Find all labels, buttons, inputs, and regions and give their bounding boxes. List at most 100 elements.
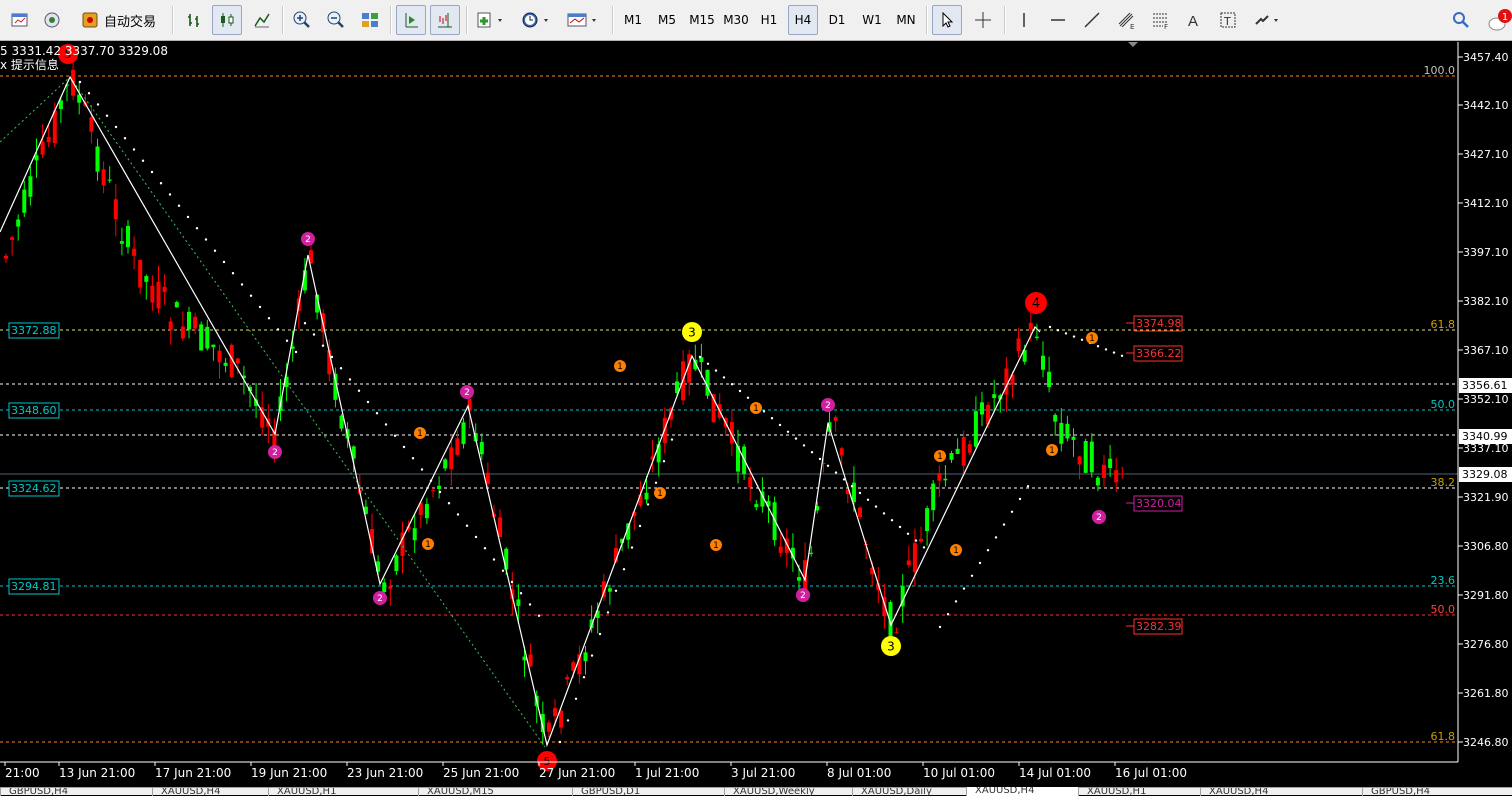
- svg-text:E: E: [1130, 23, 1134, 30]
- indicators-icon[interactable]: [472, 5, 510, 35]
- sar-dot: [558, 740, 562, 744]
- sar-dot: [186, 215, 190, 219]
- sar-dot: [1002, 523, 1006, 526]
- sar-dot: [590, 654, 594, 657]
- sar-dot: [614, 589, 618, 592]
- vertical-line-icon[interactable]: [1010, 5, 1038, 35]
- trendline-icon[interactable]: [1078, 5, 1106, 35]
- sar-dot: [970, 574, 974, 577]
- timeframe-d1[interactable]: D1: [822, 5, 852, 35]
- zoom-in-icon[interactable]: [288, 5, 316, 35]
- price-marker-label: 3340.99: [1462, 430, 1508, 443]
- sar-dot: [866, 498, 870, 501]
- fib-label: 38.2: [1431, 476, 1456, 489]
- wave-label: 1: [953, 546, 959, 556]
- sar-dot: [168, 193, 172, 196]
- bar-chart-icon[interactable]: [180, 5, 208, 35]
- autoscroll-icon[interactable]: [396, 5, 426, 35]
- candle-body: [912, 543, 917, 573]
- candle-body: [1016, 338, 1021, 352]
- wave-label: 2: [464, 388, 470, 398]
- candle-body: [40, 141, 45, 155]
- candle-body: [973, 411, 978, 447]
- svg-text:T: T: [1223, 15, 1231, 28]
- candle-body: [498, 517, 503, 538]
- candle-body: [479, 442, 484, 455]
- candle-body: [1065, 423, 1070, 439]
- sar-dot: [826, 464, 830, 467]
- sar-dot: [438, 490, 442, 494]
- price-axis: 3457.40 3442.10 3427.10 3412.10 3397.10 3382.…: [1458, 51, 1512, 749]
- candle-body: [967, 444, 972, 453]
- sar-dot: [714, 369, 718, 372]
- wave-label: 1: [1089, 334, 1095, 344]
- wave-label: 2: [305, 235, 311, 245]
- price-tick-label: 3457.40: [1463, 51, 1509, 64]
- price-chart[interactable]: 1111111111222222233455 3372.883348.60332…: [0, 42, 1512, 795]
- sar-dot: [802, 444, 806, 447]
- price-tick-label: 3427.10: [1463, 148, 1509, 161]
- sar-dot: [447, 502, 451, 505]
- fibonacci-icon[interactable]: F: [1146, 5, 1174, 35]
- text-label-icon[interactable]: T: [1214, 5, 1242, 35]
- sar-dot: [1096, 345, 1100, 348]
- timeframe-m5[interactable]: M5: [652, 5, 682, 35]
- new-chart-icon[interactable]: [6, 5, 34, 35]
- sar-dot: [890, 519, 894, 522]
- time-tick-label: 27 Jun 21:00: [539, 766, 615, 780]
- timeframe-m1[interactable]: M1: [618, 5, 648, 35]
- candle-body: [778, 546, 783, 553]
- sar-dot: [1112, 351, 1116, 354]
- candle-body: [803, 560, 808, 590]
- autotrade-button[interactable]: 自动交易: [70, 5, 166, 35]
- price-marker-label: 3329.08: [1462, 468, 1508, 481]
- sar-dot: [722, 376, 726, 379]
- wave-label: 1: [937, 452, 943, 462]
- candle-body: [644, 492, 649, 500]
- candle-body: [388, 586, 393, 589]
- candle-body: [833, 417, 838, 421]
- periods-icon[interactable]: [516, 5, 556, 35]
- crosshair-icon[interactable]: [968, 5, 998, 35]
- candle-body: [797, 577, 801, 581]
- market-watch-icon[interactable]: [38, 5, 66, 35]
- sar-dot: [778, 423, 782, 427]
- time-tick-label: 3 Jul 21:00: [731, 766, 795, 780]
- notification-icon[interactable]: 1: [1486, 7, 1512, 35]
- sar-dot: [195, 227, 199, 230]
- timeframe-h1[interactable]: H1: [754, 5, 784, 35]
- wave-label: 2: [272, 448, 278, 458]
- sar-dot: [858, 491, 862, 495]
- candle-body: [754, 504, 759, 508]
- tooltip-label: x 提示信息: [0, 57, 59, 72]
- tile-windows-icon[interactable]: [356, 5, 384, 35]
- timeframe-m15[interactable]: M15: [686, 5, 718, 35]
- candle-body: [961, 437, 966, 466]
- candlestick-chart-icon[interactable]: [212, 5, 242, 35]
- timeframe-mn[interactable]: MN: [890, 5, 922, 35]
- channel-icon[interactable]: E: [1112, 5, 1140, 35]
- templates-icon[interactable]: [562, 5, 604, 35]
- candle-body: [955, 448, 960, 454]
- timeframe-m30[interactable]: M30: [720, 5, 752, 35]
- cursor-icon[interactable]: [932, 5, 962, 35]
- sar-dot: [276, 328, 280, 331]
- arrows-icon[interactable]: [1248, 5, 1286, 35]
- wave-label: 1: [425, 540, 431, 550]
- horizontal-line-icon[interactable]: [1044, 5, 1072, 35]
- sar-dot: [582, 676, 586, 679]
- wave-label: 1: [417, 429, 423, 439]
- line-chart-icon[interactable]: [248, 5, 276, 35]
- sar-dot: [662, 460, 666, 463]
- sar-dot: [78, 80, 82, 84]
- candle-body: [1108, 458, 1113, 469]
- sar-dot: [1026, 485, 1030, 488]
- sar-dot: [285, 339, 289, 342]
- timeframe-w1[interactable]: W1: [856, 5, 888, 35]
- zoom-out-icon[interactable]: [322, 5, 350, 35]
- timeframe-h4[interactable]: H4: [788, 5, 818, 35]
- chart-shift-icon[interactable]: [430, 5, 460, 35]
- notification-count: 1: [1502, 12, 1508, 23]
- search-icon[interactable]: [1446, 5, 1476, 35]
- text-icon[interactable]: A: [1180, 5, 1208, 35]
